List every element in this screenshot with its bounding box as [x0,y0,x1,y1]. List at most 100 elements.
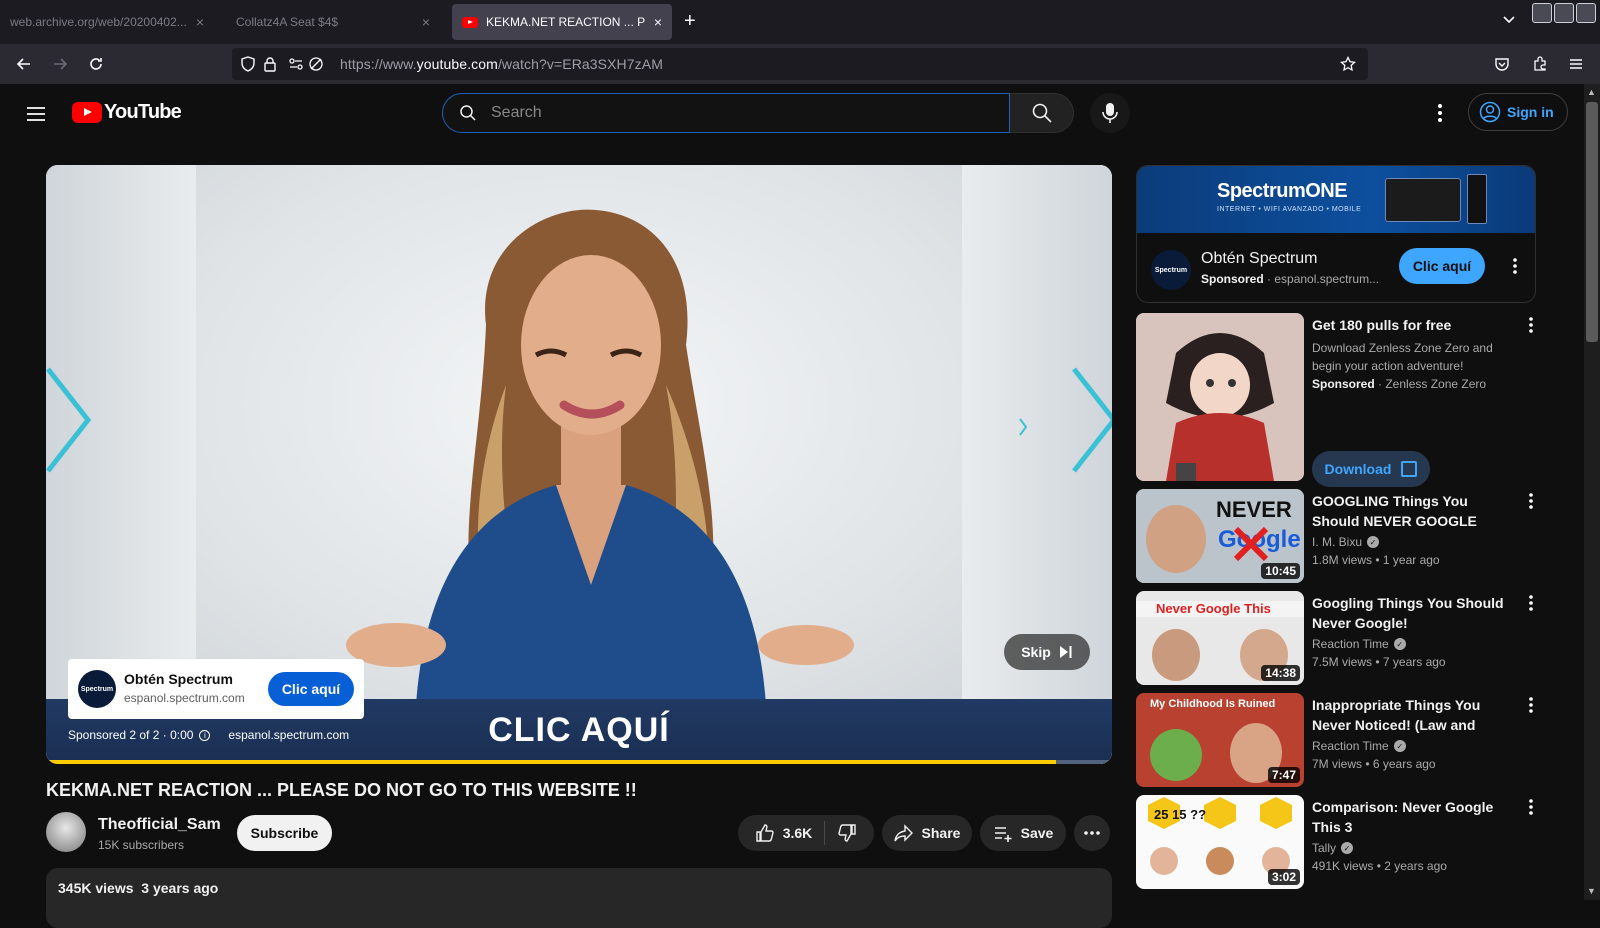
channel-name[interactable]: I. M. Bixu ✓ [1312,535,1380,549]
more-kebab-icon[interactable] [1521,593,1541,613]
scrollbar-thumb[interactable] [1586,102,1598,342]
recommended-video[interactable]: Never Google This 14:38 Googling Things … [1136,591,1536,685]
menu-hamburger-icon[interactable] [1564,52,1588,76]
video-meta: 7.5M views • 7 years ago [1312,655,1446,669]
promo-thumbnail[interactable] [1136,313,1304,481]
more-kebab-icon[interactable] [1521,491,1541,511]
description-box[interactable]: 345K views 3 years ago [46,868,1112,928]
close-icon[interactable]: × [196,14,204,30]
more-kebab-icon[interactable] [1521,315,1541,335]
dislike-button[interactable] [825,823,857,843]
extensions-icon[interactable] [1528,52,1552,76]
forward-arrow-icon[interactable] [48,52,72,76]
more-actions-button[interactable] [1074,815,1110,851]
sign-in-button[interactable]: Sign in [1468,93,1568,131]
browser-tab-2[interactable]: Collatz4A Seat $4$ × [226,4,440,40]
presenter-illustration [346,209,854,705]
advertiser-logo: Spectrum [78,670,116,708]
thumb-text: 25 15 ?? [1154,807,1206,822]
microphone-icon [1102,103,1118,123]
video-title: KEKMA.NET REACTION ... PLEASE DO NOT GO … [46,780,637,800]
video-title[interactable]: Googling Things You Should Never Google! [1312,593,1512,633]
youtube-logo[interactable]: YouTube [72,101,182,124]
video-thumbnail[interactable]: 25 15 ?? 3:02 [1136,795,1304,889]
skip-next-icon [1059,646,1072,658]
companion-ad[interactable]: SpectrumONE INTERNET • WIFI AVANZADO • M… [1136,165,1536,303]
promo-title[interactable]: Get 180 pulls for free [1312,315,1512,335]
video-player[interactable]: CLIC AQUÍ Spectrum Obtén Spectrum espano… [46,165,1112,764]
video-thumbnail[interactable]: My Childhood Is Ruined 7:47 [1136,693,1304,787]
video-title[interactable]: Comparison: Never Google This 3 [1312,797,1512,837]
shield-icon[interactable] [240,56,256,72]
address-bar[interactable]: https://www.youtube.com/watch?v=ERa3SXH7… [232,48,1368,80]
pocket-icon[interactable] [1490,52,1514,76]
sponsored-app-item[interactable]: Get 180 pulls for free Download Zenless … [1136,313,1536,487]
bookmark-star-icon[interactable] [1340,56,1356,72]
channel-name[interactable]: Reaction Time ✓ [1312,637,1406,651]
reload-icon[interactable] [84,52,108,76]
download-button[interactable]: Download [1312,451,1430,487]
url-path: /watch?v=ERa3SXH7zAM [497,56,663,72]
lock-icon[interactable] [262,56,278,72]
search-box[interactable] [442,93,1010,133]
tab-label: web.archive.org/web/20200402... [10,15,187,29]
scroll-down-arrow-icon[interactable]: ▼ [1587,886,1596,896]
close-icon[interactable]: × [422,14,430,30]
more-kebab-icon[interactable] [1521,695,1541,715]
tab-list-chevron-icon[interactable] [1502,12,1516,26]
video-duration: 14:38 [1261,665,1300,681]
video-title[interactable]: Inappropriate Things You Never Noticed! … [1312,695,1512,735]
ad-cta-button[interactable]: Clic aquí [268,672,354,706]
restore-window-icon[interactable] [1554,3,1574,23]
new-tab-plus-icon[interactable]: + [684,10,696,33]
guide-menu-icon[interactable] [24,102,48,126]
save-button[interactable]: Save [980,815,1066,851]
video-title[interactable]: GOOGLING Things You Should NEVER GOOGLE … [1312,491,1512,531]
close-icon[interactable]: × [654,14,662,30]
browser-tab-1[interactable]: web.archive.org/web/20200402... × [0,4,214,40]
settings-kebab-icon[interactable] [1428,101,1452,125]
permissions-icon[interactable] [288,56,304,72]
channel-name[interactable]: Reaction Time ✓ [1312,739,1406,753]
youtube-play-logo-icon [72,102,102,123]
close-window-icon[interactable] [1576,3,1596,23]
video-thumbnail[interactable]: NEVER Google 10:45 [1136,489,1304,583]
voice-search-button[interactable] [1090,93,1130,133]
more-kebab-icon[interactable] [1521,797,1541,817]
page-scrollbar[interactable]: ▲ ▼ [1584,84,1600,900]
ad-progress-bar[interactable] [46,760,1112,764]
subscriber-count: 15K subscribers [98,838,185,852]
channel-name[interactable]: Tally ✓ [1312,841,1354,855]
minimize-window-icon[interactable] [1532,3,1552,23]
ad-banner-image[interactable]: SpectrumONE INTERNET • WIFI AVANZADO • M… [1137,166,1535,233]
video-meta: 491K views • 2 years ago [1312,859,1447,873]
channel-name[interactable]: Theofficial_Sam [98,816,221,834]
ad-kebab-icon[interactable] [1505,256,1525,276]
recommended-video[interactable]: 25 15 ?? 3:02 Comparison: Never Google T… [1136,795,1536,889]
video-thumbnail[interactable]: Never Google This 14:38 [1136,591,1304,685]
url-text[interactable]: https://www.youtube.com/watch?v=ERa3SXH7… [340,56,663,72]
promo-description: Download Zenless Zone Zero and begin you… [1312,341,1493,373]
like-dislike-group: 3.6K [738,815,874,851]
verified-check-icon: ✓ [1393,740,1406,752]
skip-label: Skip [1021,644,1051,660]
recommended-video[interactable]: My Childhood Is Ruined 7:47 Inappropriat… [1136,693,1536,787]
subscribe-button[interactable]: Subscribe [237,815,332,851]
back-arrow-icon[interactable] [12,52,36,76]
like-button[interactable]: 3.6K [755,823,825,843]
search-button[interactable] [1010,93,1074,133]
scroll-up-arrow-icon[interactable]: ▲ [1587,87,1596,97]
tracking-blocked-icon[interactable] [308,56,324,72]
info-icon[interactable]: i [199,729,211,741]
channel-avatar[interactable] [46,812,86,852]
channel-label: I. M. Bixu [1312,535,1363,549]
ad-domain-link[interactable]: espanol.spectrum.com [228,728,349,742]
more-horizontal-icon [1084,831,1100,835]
skip-ad-button[interactable]: Skip [1004,634,1090,670]
ad-overlay-card[interactable]: Spectrum Obtén Spectrum espanol.spectrum… [68,659,364,719]
search-input[interactable] [491,100,991,126]
share-button[interactable]: Share [882,815,972,851]
ad-cta-button[interactable]: Clic aquí [1399,248,1485,284]
browser-tab-active[interactable]: KEKMA.NET REACTION ... PLEASE × [452,4,672,40]
recommended-video[interactable]: NEVER Google 10:45 GOOGLING Things You S… [1136,489,1536,583]
